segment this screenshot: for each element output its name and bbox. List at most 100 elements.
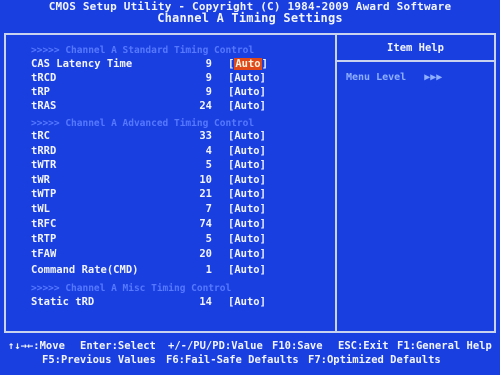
- setting-label: tRCD: [31, 72, 57, 84]
- section-header-standard: >>>>> Channel A Standard Timing Control: [31, 45, 255, 56]
- bracket-close: ]: [259, 100, 266, 112]
- setting-current-value: 21: [199, 188, 212, 200]
- setting-option-value[interactable]: Auto: [234, 174, 259, 186]
- setting-row[interactable]: tRCD 9 [Auto]: [0, 72, 335, 85]
- setting-label: CAS Latency Time: [31, 58, 133, 70]
- setting-label: Command Rate(CMD): [31, 264, 139, 276]
- setting-current-value: 74: [199, 218, 212, 230]
- setting-option[interactable]: [Auto]: [228, 233, 266, 246]
- setting-label: tRTP: [31, 233, 57, 245]
- bracket-close: ]: [261, 58, 268, 70]
- setting-current-value: 7: [205, 203, 212, 215]
- setting-label: tRAS: [31, 100, 57, 112]
- setting-option-value[interactable]: Auto: [234, 233, 259, 245]
- setting-current-value: 5: [205, 233, 212, 245]
- setting-row[interactable]: tWR 10 [Auto]: [0, 174, 335, 187]
- setting-current-value: 9: [205, 86, 212, 98]
- setting-current-value: 9: [205, 72, 212, 84]
- bracket-close: ]: [259, 159, 266, 171]
- setting-row[interactable]: tFAW 20 [Auto]: [0, 248, 335, 261]
- setting-row[interactable]: tRRD 4 [Auto]: [0, 145, 335, 158]
- setting-row[interactable]: Static tRD 14 [Auto]: [0, 296, 335, 309]
- menu-level-label: Menu Level: [346, 72, 407, 83]
- footer-select: Enter:Select: [80, 340, 156, 352]
- setting-option[interactable]: [Auto]: [228, 159, 266, 172]
- setting-option-value[interactable]: Auto: [234, 248, 259, 260]
- setting-option-value[interactable]: Auto: [234, 218, 259, 230]
- setting-option-value[interactable]: Auto: [234, 86, 259, 98]
- setting-option-value[interactable]: Auto: [234, 203, 259, 215]
- footer-general-help-key[interactable]: F1:General Help: [397, 340, 492, 353]
- setting-option-value[interactable]: Auto: [234, 159, 259, 171]
- setting-option[interactable]: [Auto]: [228, 218, 266, 231]
- setting-option[interactable]: [Auto]: [228, 72, 266, 85]
- setting-option[interactable]: [Auto]: [228, 58, 268, 71]
- setting-current-value: 20: [199, 248, 212, 260]
- setting-option[interactable]: [Auto]: [228, 145, 266, 158]
- help-title-divider: [337, 60, 494, 62]
- footer-previous-values-key[interactable]: F5:Previous Values: [42, 354, 156, 367]
- setting-current-value: 10: [199, 174, 212, 186]
- setting-option-value[interactable]: Auto: [234, 296, 259, 308]
- setting-current-value: 9: [205, 58, 212, 70]
- footer-optimized-defaults-key[interactable]: F7:Optimized Defaults: [308, 354, 441, 367]
- setting-label: tRP: [31, 86, 50, 98]
- setting-option[interactable]: [Auto]: [228, 130, 266, 143]
- bracket-close: ]: [259, 72, 266, 84]
- setting-label: tRC: [31, 130, 50, 142]
- setting-row[interactable]: tRFC 74 [Auto]: [0, 218, 335, 231]
- setting-option-value[interactable]: Auto: [234, 188, 259, 200]
- footer-exit-key[interactable]: ESC:Exit: [338, 340, 389, 353]
- setting-option-value[interactable]: Auto: [234, 145, 259, 157]
- setting-option[interactable]: [Auto]: [228, 188, 266, 201]
- setting-row[interactable]: CAS Latency Time 9 [Auto]: [0, 58, 335, 71]
- setting-row[interactable]: tWL 7 [Auto]: [0, 203, 335, 216]
- panel-divider: [335, 33, 337, 333]
- setting-row[interactable]: tRC 33 [Auto]: [0, 130, 335, 143]
- setting-label: tRRD: [31, 145, 57, 157]
- setting-label: tFAW: [31, 248, 57, 260]
- bracket-close: ]: [259, 233, 266, 245]
- setting-option[interactable]: [Auto]: [228, 203, 266, 216]
- setting-row[interactable]: tRTP 5 [Auto]: [0, 233, 335, 246]
- setting-current-value: 14: [199, 296, 212, 308]
- setting-label: tWR: [31, 174, 50, 186]
- setting-current-value: 5: [205, 159, 212, 171]
- setting-row[interactable]: tWTP 21 [Auto]: [0, 188, 335, 201]
- footer-save-key[interactable]: F10:Save: [272, 340, 323, 353]
- setting-row[interactable]: Command Rate(CMD) 1 [Auto]: [0, 264, 335, 277]
- footer-failsafe-defaults-key[interactable]: F6:Fail-Safe Defaults: [166, 354, 299, 367]
- setting-label: tRFC: [31, 218, 57, 230]
- setting-option-value[interactable]: Auto: [234, 264, 259, 276]
- setting-option[interactable]: [Auto]: [228, 296, 266, 309]
- bracket-close: ]: [259, 296, 266, 308]
- setting-row[interactable]: tWTR 5 [Auto]: [0, 159, 335, 172]
- setting-option[interactable]: [Auto]: [228, 86, 266, 99]
- settings-list: >>>>> Channel A Standard Timing Control …: [0, 0, 335, 375]
- setting-option-value[interactable]: Auto: [234, 100, 259, 112]
- section-header-advanced: >>>>> Channel A Advanced Timing Control: [31, 118, 255, 129]
- setting-option-value[interactable]: Auto: [234, 130, 259, 142]
- bracket-close: ]: [259, 188, 266, 200]
- bracket-close: ]: [259, 174, 266, 186]
- item-help-title: Item Help: [387, 42, 444, 54]
- bracket-close: ]: [259, 203, 266, 215]
- section-header-misc: >>>>> Channel A Misc Timing Control: [31, 283, 232, 294]
- bracket-close: ]: [259, 264, 266, 276]
- setting-row[interactable]: tRP 9 [Auto]: [0, 86, 335, 99]
- setting-option-value[interactable]: Auto: [234, 58, 262, 70]
- setting-option[interactable]: [Auto]: [228, 174, 266, 187]
- setting-row[interactable]: tRAS 24 [Auto]: [0, 100, 335, 113]
- setting-option[interactable]: [Auto]: [228, 100, 266, 113]
- bios-screen: CMOS Setup Utility - Copyright (C) 1984-…: [0, 0, 500, 375]
- setting-current-value: 1: [205, 264, 212, 276]
- bracket-close: ]: [259, 218, 266, 230]
- setting-current-value: 4: [205, 145, 212, 157]
- bracket-close: ]: [259, 86, 266, 98]
- setting-current-value: 33: [199, 130, 212, 142]
- setting-option[interactable]: [Auto]: [228, 264, 266, 277]
- setting-option[interactable]: [Auto]: [228, 248, 266, 261]
- bracket-close: ]: [259, 145, 266, 157]
- bracket-close: ]: [259, 130, 266, 142]
- setting-option-value[interactable]: Auto: [234, 72, 259, 84]
